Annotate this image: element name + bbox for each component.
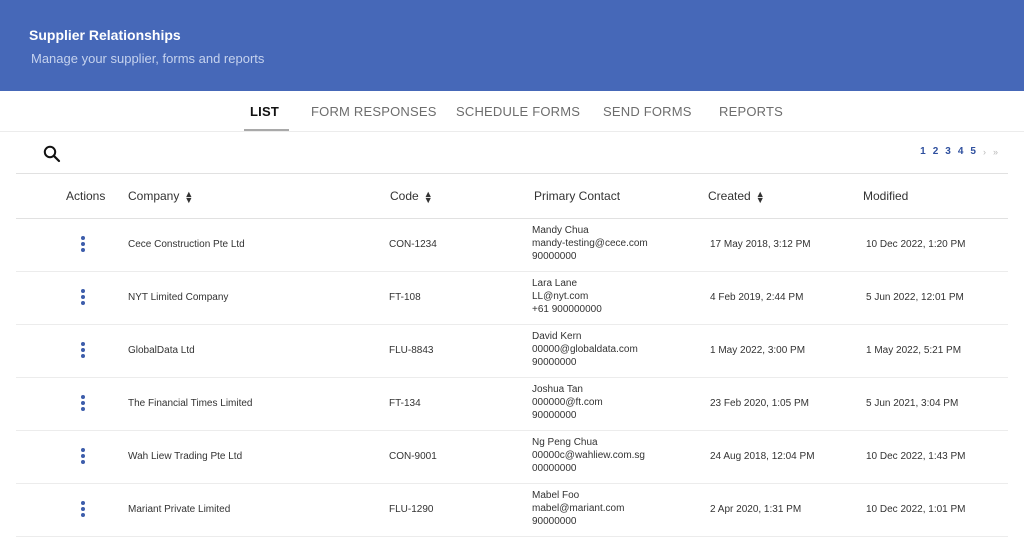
- sort-icon[interactable]: ▲ ▼: [184, 189, 193, 204]
- last-page-icon[interactable]: »: [993, 147, 998, 157]
- row-actions-icon[interactable]: [80, 395, 86, 413]
- contact-cell: Lara Lane LL@nyt.com +61 900000000: [532, 277, 602, 316]
- created-cell: 2 Apr 2020, 1:31 PM: [710, 504, 802, 515]
- contact-name: Ng Peng Chua: [532, 437, 598, 448]
- code-cell: FLU-8843: [389, 345, 434, 356]
- page-4-link[interactable]: 4: [958, 146, 964, 157]
- created-cell: 4 Feb 2019, 2:44 PM: [710, 292, 804, 303]
- contact-phone: +61 900000000: [532, 304, 602, 315]
- row-actions-icon[interactable]: [80, 448, 86, 466]
- created-cell: 1 May 2022, 3:00 PM: [710, 345, 806, 356]
- contact-phone: 00000000: [532, 463, 577, 474]
- contact-cell: Mandy Chua mandy-testing@cece.com 900000…: [532, 224, 648, 263]
- contact-cell: David Kern 00000@globaldata.com 90000000: [532, 330, 638, 369]
- page-3-link[interactable]: 3: [945, 146, 951, 157]
- code-cell: CON-9001: [389, 451, 437, 462]
- company-cell: NYT Limited Company: [128, 292, 229, 303]
- contact-phone: 90000000: [532, 251, 577, 262]
- company-cell: Mariant Private Limited: [128, 504, 231, 515]
- contact-cell: Mabel Foo mabel@mariant.com 90000000: [532, 489, 624, 528]
- search-icon[interactable]: [43, 145, 61, 163]
- page-header: Supplier Relationships Manage your suppl…: [0, 0, 1024, 91]
- company-cell: GlobalData Ltd: [128, 345, 195, 356]
- contact-name: David Kern: [532, 331, 582, 342]
- code-cell: CON-1234: [389, 239, 437, 250]
- column-label: Company: [128, 189, 180, 203]
- contact-email: 00000@globaldata.com: [532, 344, 638, 355]
- tab-bar: LIST FORM RESPONSES SCHEDULE FORMS SEND …: [0, 91, 1024, 132]
- table-row: Mariant Private Limited FLU-1290 Mabel F…: [16, 484, 1008, 537]
- modified-cell: 1 May 2022, 5:21 PM: [866, 345, 962, 356]
- contact-email: 000000@ft.com: [532, 397, 603, 408]
- row-actions-icon[interactable]: [80, 342, 86, 360]
- page-title: Supplier Relationships: [29, 27, 181, 43]
- column-header-modified: Modified: [863, 189, 909, 203]
- created-cell: 24 Aug 2018, 12:04 PM: [710, 451, 815, 462]
- code-cell: FLU-1290: [389, 504, 434, 515]
- company-cell: The Financial Times Limited: [128, 398, 253, 409]
- tab-list[interactable]: LIST: [244, 104, 289, 131]
- contact-phone: 90000000: [532, 357, 577, 368]
- sort-icon[interactable]: ▲ ▼: [424, 189, 433, 204]
- tab-send-forms[interactable]: SEND FORMS: [603, 104, 692, 119]
- contact-phone: 90000000: [532, 516, 577, 527]
- column-label: Created: [708, 189, 751, 203]
- table-row: The Financial Times Limited FT-134 Joshu…: [16, 378, 1008, 431]
- modified-cell: 10 Dec 2022, 1:01 PM: [866, 504, 966, 515]
- contact-phone: 90000000: [532, 410, 577, 421]
- contact-cell: Joshua Tan 000000@ft.com 90000000: [532, 383, 603, 422]
- code-cell: FT-134: [389, 398, 421, 409]
- contact-email: mandy-testing@cece.com: [532, 238, 648, 249]
- row-actions-icon[interactable]: [80, 236, 86, 254]
- tab-form-responses[interactable]: FORM RESPONSES: [311, 104, 437, 119]
- contact-email: mabel@mariant.com: [532, 503, 625, 514]
- modified-cell: 10 Dec 2022, 1:43 PM: [866, 451, 966, 462]
- company-cell: Cece Construction Pte Ltd: [128, 239, 245, 250]
- column-label: Code: [390, 189, 419, 203]
- column-header-code[interactable]: Code ▲ ▼: [390, 189, 433, 204]
- suppliers-table: Actions Company ▲ ▼ Code ▲ ▼ Primary Contact…: [16, 173, 1008, 537]
- page-2-link[interactable]: 2: [933, 146, 939, 157]
- table-row: NYT Limited Company FT-108 Lara Lane LL@…: [16, 272, 1008, 325]
- table-row: GlobalData Ltd FLU-8843 David Kern 00000…: [16, 325, 1008, 378]
- next-page-icon[interactable]: ›: [983, 147, 986, 157]
- contact-email: 00000c@wahliew.com.sg: [532, 450, 645, 461]
- page-5-link[interactable]: 5: [970, 146, 976, 157]
- modified-cell: 10 Dec 2022, 1:20 PM: [866, 239, 966, 250]
- modified-cell: 5 Jun 2021, 3:04 PM: [866, 398, 959, 409]
- contact-name: Joshua Tan: [532, 384, 583, 395]
- table-row: Cece Construction Pte Ltd CON-1234 Mandy…: [16, 219, 1008, 272]
- contact-email: LL@nyt.com: [532, 291, 589, 302]
- column-header-contact: Primary Contact: [534, 189, 621, 203]
- tab-schedule-forms[interactable]: SCHEDULE FORMS: [456, 104, 580, 119]
- company-cell: Wah Liew Trading Pte Ltd: [128, 451, 243, 462]
- page-1-link[interactable]: 1: [920, 146, 926, 157]
- contact-name: Mabel Foo: [532, 490, 580, 501]
- pagination: 1 2 3 4 5 › »: [920, 146, 998, 157]
- row-actions-icon[interactable]: [80, 289, 86, 307]
- column-header-created[interactable]: Created ▲ ▼: [708, 189, 765, 204]
- code-cell: FT-108: [389, 292, 421, 303]
- column-header-actions: Actions: [66, 189, 106, 203]
- sort-icon[interactable]: ▲ ▼: [756, 189, 765, 204]
- contact-name: Mandy Chua: [532, 225, 589, 236]
- row-actions-icon[interactable]: [80, 501, 86, 519]
- column-header-company[interactable]: Company ▲ ▼: [128, 189, 193, 204]
- table-header: Actions Company ▲ ▼ Code ▲ ▼ Primary Contact…: [16, 174, 1008, 219]
- modified-cell: 5 Jun 2022, 12:01 PM: [866, 292, 964, 303]
- contact-name: Lara Lane: [532, 278, 578, 289]
- page-subtitle: Manage your supplier, forms and reports: [31, 51, 265, 66]
- created-cell: 17 May 2018, 3:12 PM: [710, 239, 811, 250]
- created-cell: 23 Feb 2020, 1:05 PM: [710, 398, 809, 409]
- contact-cell: Ng Peng Chua 00000c@wahliew.com.sg 00000…: [532, 436, 645, 475]
- table-row: Wah Liew Trading Pte Ltd CON-9001 Ng Pen…: [16, 431, 1008, 484]
- tab-reports[interactable]: REPORTS: [719, 104, 783, 119]
